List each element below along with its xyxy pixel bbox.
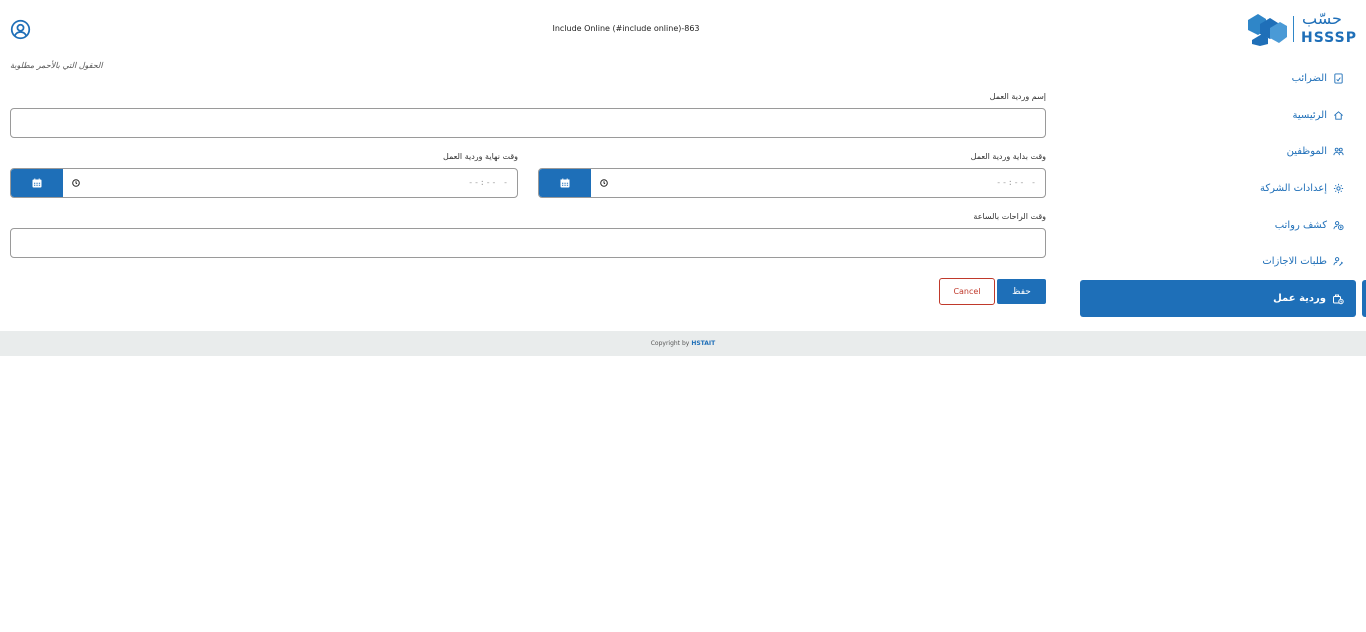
calendar-icon (560, 178, 570, 188)
start-time-picker[interactable]: --:-- - (538, 168, 1046, 198)
break-hours-input[interactable] (10, 228, 1046, 258)
tax-document-icon (1334, 72, 1343, 84)
cancel-button[interactable]: Cancel (939, 278, 995, 305)
settings-icon (1333, 183, 1344, 193)
sidebar-item-work-shift[interactable]: وردية عمل (1080, 280, 1356, 317)
logo-english-text: HSSSP (1301, 30, 1357, 46)
sidebar-item-label: إعدادات الشركة (1260, 182, 1327, 194)
sidebar-item-taxes[interactable]: الضرائب (1292, 68, 1344, 88)
logo-arabic-text: حسّب (1302, 9, 1342, 28)
sidebar-item-label: الرئيسية (1292, 109, 1327, 121)
shift-icon (1333, 294, 1344, 304)
page-title: Include Online (#include online)-863 (552, 24, 700, 33)
shift-name-input[interactable] (10, 108, 1046, 138)
sidebar-item-employees[interactable]: الموظفين (1287, 141, 1344, 161)
save-button[interactable]: حفظ (997, 279, 1046, 304)
end-time-picker[interactable]: --:-- - (10, 168, 518, 198)
required-fields-note: الحقول التي بالأحمر مطلوبة (10, 61, 103, 70)
sidebar-item-label: طلبات الاجازات (1262, 255, 1327, 267)
footer-brand-link[interactable]: HSTAIT (691, 340, 715, 347)
home-icon (1334, 110, 1343, 120)
users-icon (1333, 147, 1344, 155)
clock-icon (600, 179, 608, 187)
sidebar-item-label: كشف رواتب (1274, 219, 1327, 231)
start-time-placeholder: --:-- - (996, 178, 1037, 187)
break-hours-label: وقت الراحات بالساعة (973, 212, 1046, 221)
sidebar-item-label: الموظفين (1286, 145, 1327, 157)
sidebar-item-label: وردية عمل (1273, 293, 1326, 304)
end-time-label: وقت نهاية وردية العمل (442, 152, 518, 161)
leave-request-icon (1333, 256, 1343, 266)
active-indicator (1362, 280, 1366, 317)
start-time-label: وقت بداية وردية العمل (970, 152, 1046, 161)
payroll-icon (1333, 220, 1344, 230)
logo-mark-icon (1246, 12, 1288, 46)
calendar-icon (32, 178, 42, 188)
sidebar-item-home[interactable]: الرئيسية (1293, 105, 1344, 125)
sidebar-item-payroll[interactable]: كشف رواتب (1275, 215, 1344, 235)
shift-name-label: إسم وردية العمل (989, 92, 1046, 101)
logo-divider (1293, 16, 1294, 42)
user-profile-icon[interactable] (10, 19, 31, 40)
start-time-calendar-button[interactable] (539, 169, 591, 197)
copyright-text: Copyright by (650, 340, 690, 347)
sidebar-item-leave-requests[interactable]: طلبات الاجازات (1262, 251, 1344, 271)
app-logo[interactable]: حسّب HSSSP (1246, 9, 1358, 46)
sidebar-item-company-settings[interactable]: إعدادات الشركة (1260, 178, 1344, 198)
end-time-calendar-button[interactable] (11, 169, 63, 197)
clock-icon (72, 179, 80, 187)
end-time-placeholder: --:-- - (468, 178, 509, 187)
footer: Copyright by HSTAIT (0, 331, 1366, 356)
sidebar-item-label: الضرائب (1291, 72, 1327, 84)
